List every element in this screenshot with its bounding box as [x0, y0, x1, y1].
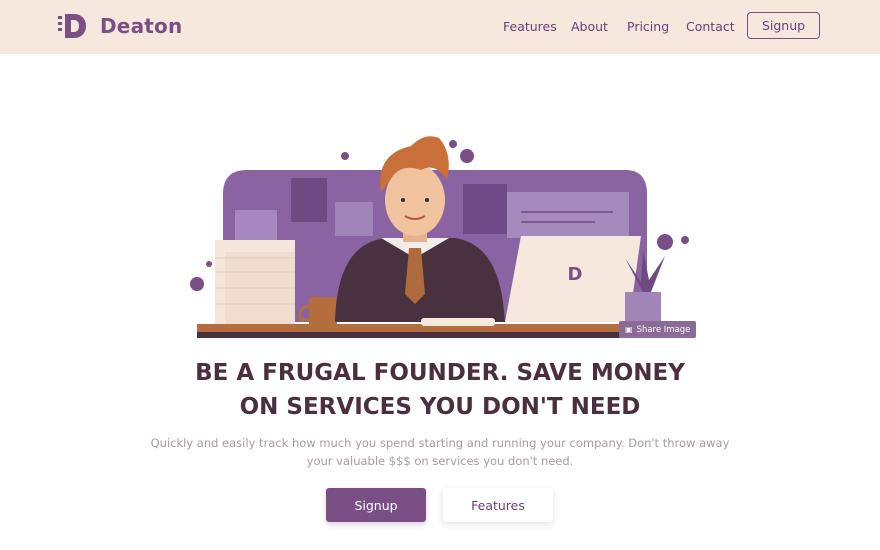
paper-stack [225, 252, 295, 326]
hero-illustration: D [190, 136, 689, 338]
brand-logo-icon [58, 14, 86, 38]
features-button[interactable]: Features [443, 488, 553, 522]
deco-dot [449, 140, 457, 148]
signup-button[interactable]: Signup [326, 488, 426, 522]
image-icon: ▣ [625, 325, 633, 334]
header-signup-button[interactable]: Signup [747, 12, 820, 39]
brand-name: Deaton [100, 14, 183, 38]
wall-note [235, 210, 277, 240]
deco-dot [341, 152, 349, 160]
coffee-mug [309, 297, 337, 327]
nav-contact[interactable]: Contact [686, 19, 735, 34]
wall-note [463, 184, 507, 234]
laptop-logo: D [568, 264, 583, 285]
site-header: Deaton Features About Pricing Contact Si… [0, 0, 880, 54]
deco-dot [460, 149, 474, 163]
hero-subtext: Quickly and easily track how much you sp… [150, 436, 730, 468]
headline-line-2: ON SERVICES YOU DON'T NEED [239, 394, 641, 420]
nav-pricing[interactable]: Pricing [627, 19, 669, 34]
nav-features[interactable]: Features [503, 19, 557, 34]
person-eye [401, 198, 405, 202]
person-eye [425, 198, 429, 202]
share-image-button[interactable]: ▣ Share Image [619, 321, 697, 338]
deco-dot [681, 236, 689, 244]
wall-note [291, 178, 327, 222]
wall-note [335, 202, 373, 236]
person-face [385, 164, 445, 236]
wall-board [507, 192, 629, 238]
deco-dot [190, 277, 204, 291]
keyboard [421, 318, 495, 326]
headline-line-1: BE A FRUGAL FOUNDER. SAVE MONEY [195, 360, 685, 386]
deco-dot [657, 234, 673, 250]
desk-edge [197, 332, 683, 338]
nav-about[interactable]: About [571, 19, 608, 34]
brand[interactable]: Deaton [58, 11, 182, 41]
deco-dot [206, 261, 212, 267]
share-image-label: Share Image [636, 324, 691, 335]
